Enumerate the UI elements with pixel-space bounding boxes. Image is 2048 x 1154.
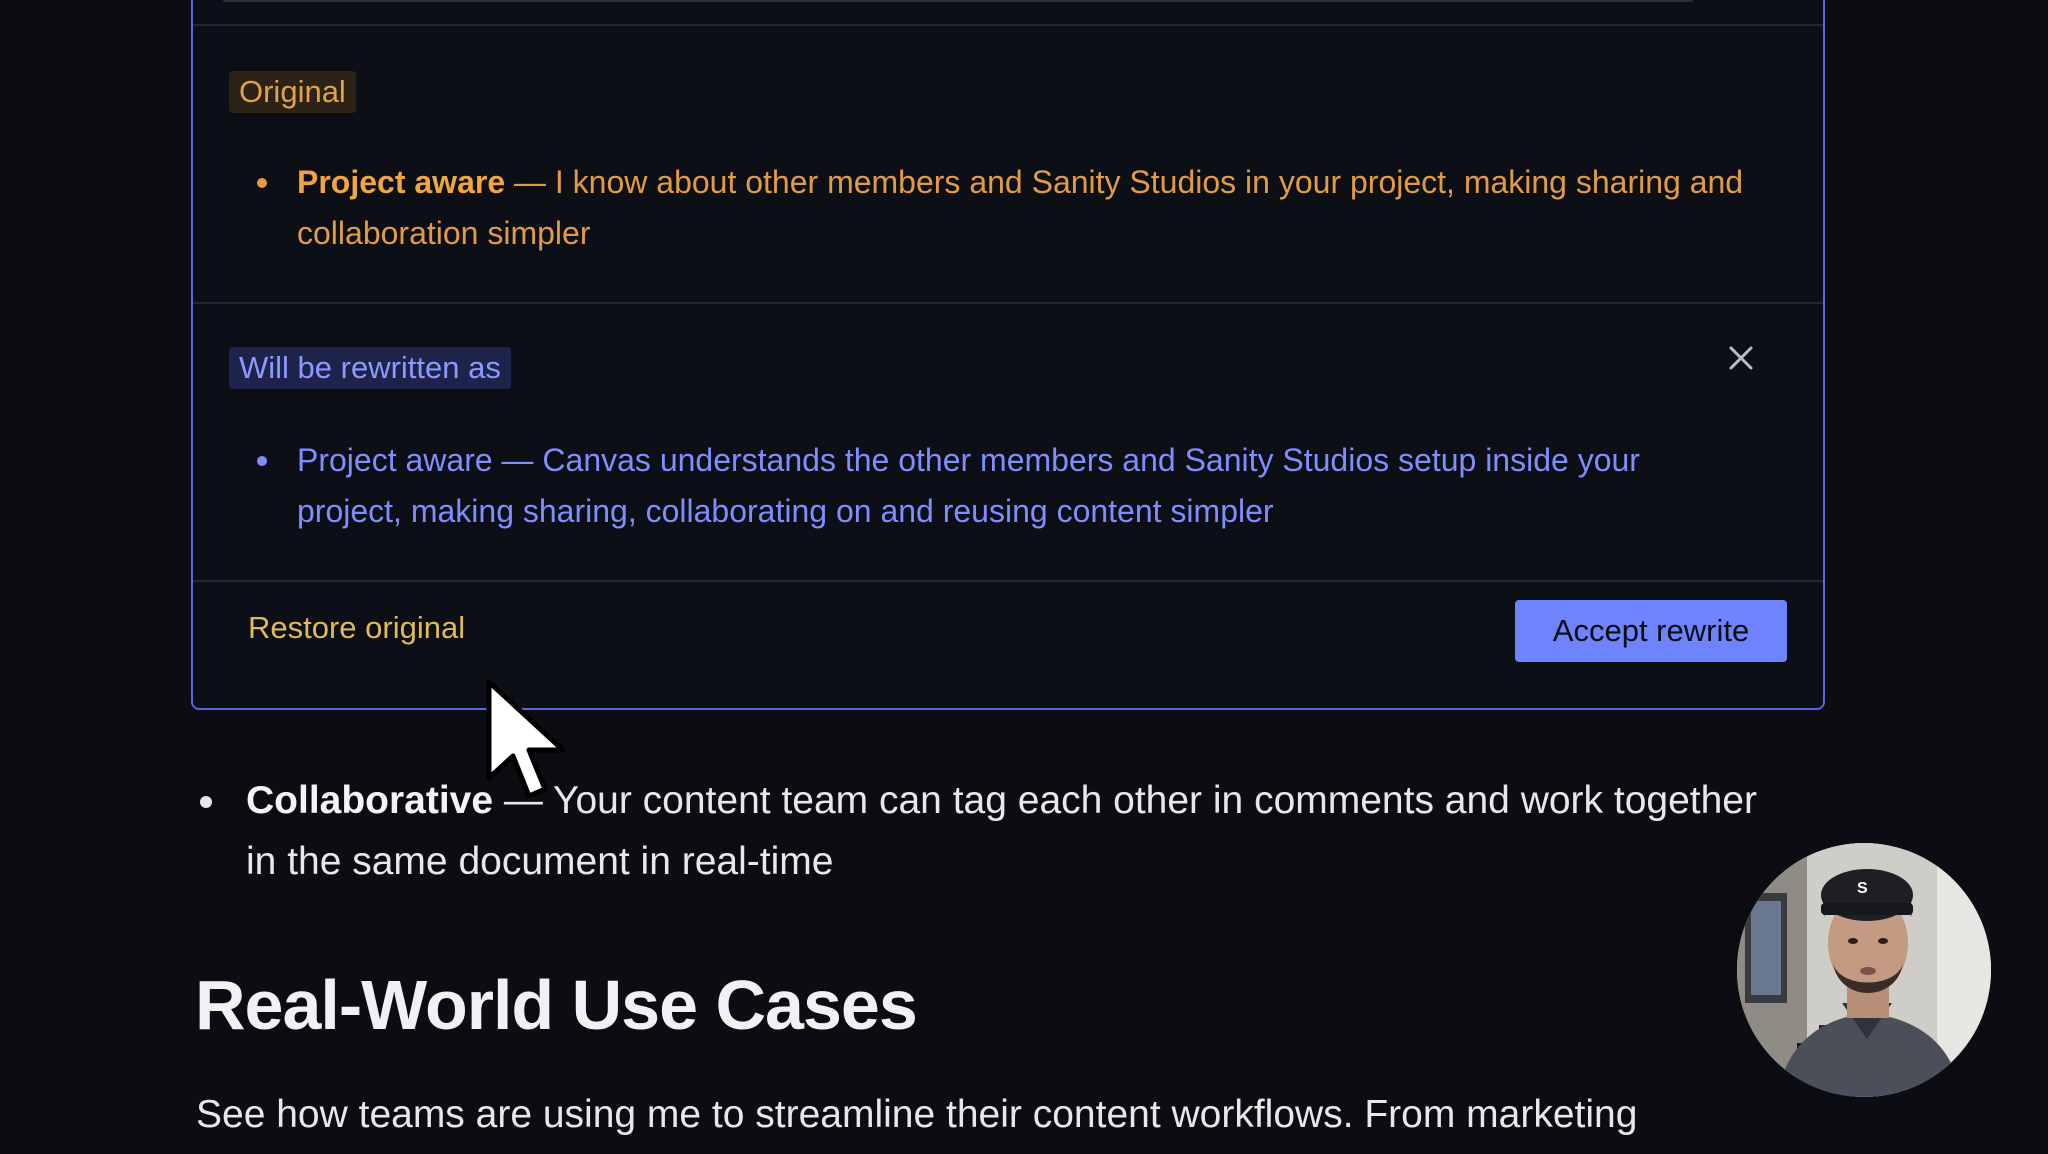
rewrite-badge: Will be rewritten as bbox=[229, 347, 511, 389]
bullet-dot bbox=[257, 456, 267, 466]
bullet-dot bbox=[257, 178, 267, 188]
rewrite-suggestion-card: Original Project aware — I know about ot… bbox=[191, 0, 1825, 710]
restore-original-button[interactable]: Restore original bbox=[248, 610, 465, 646]
collaborative-bold-label: Collaborative bbox=[246, 779, 494, 822]
section-paragraph: See how teams are using me to streamline… bbox=[196, 1093, 1638, 1136]
section-heading: Real-World Use Cases bbox=[195, 966, 918, 1044]
mouse-pointer-icon bbox=[486, 679, 566, 799]
close-icon[interactable] bbox=[1721, 338, 1761, 378]
presenter-webcam: S bbox=[1737, 843, 1991, 1097]
divider bbox=[193, 24, 1823, 26]
original-badge: Original bbox=[229, 71, 356, 113]
rewrite-text: Project aware — Canvas understands the o… bbox=[297, 442, 1640, 529]
original-text: Project aware — I know about other membe… bbox=[297, 157, 1747, 259]
rewrite-bullet: Project aware — Canvas understands the o… bbox=[257, 435, 1747, 537]
divider bbox=[193, 302, 1823, 304]
page: Original Project aware — I know about ot… bbox=[0, 0, 2048, 1154]
original-bold-label: Project aware bbox=[297, 164, 506, 200]
previous-block-edge bbox=[223, 0, 1693, 2]
bullet-dot bbox=[200, 796, 212, 808]
collaborative-text: Collaborative — Your content team can ta… bbox=[246, 770, 1796, 892]
divider bbox=[193, 580, 1823, 582]
accept-rewrite-button[interactable]: Accept rewrite bbox=[1515, 600, 1787, 662]
collaborative-bullet: Collaborative — Your content team can ta… bbox=[196, 770, 1796, 892]
original-bullet: Project aware — I know about other membe… bbox=[257, 157, 1747, 259]
original-body: — I know about other members and Sanity … bbox=[297, 164, 1744, 251]
svg-text:S: S bbox=[1857, 880, 1868, 897]
presenter-avatar: S bbox=[1737, 843, 1991, 1097]
